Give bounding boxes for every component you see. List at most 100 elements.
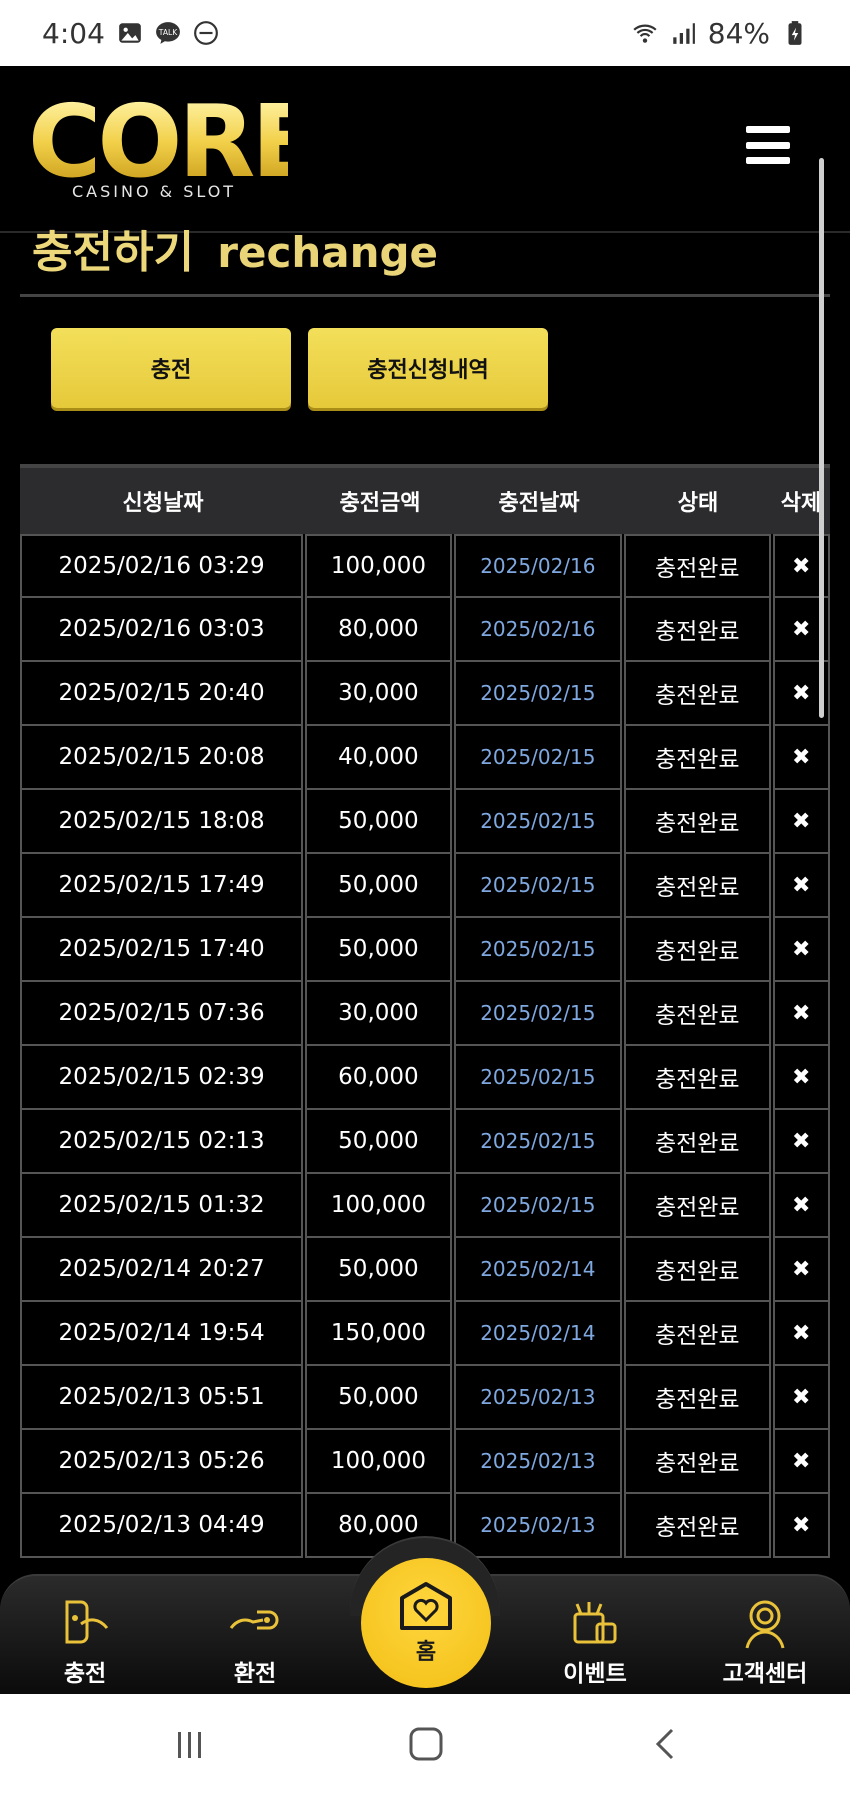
status-time: 4:04 bbox=[42, 16, 105, 50]
talk-icon: TALK bbox=[155, 22, 180, 44]
request-date-cell: 2025/02/14 19:54 bbox=[20, 1302, 304, 1366]
col-request-date: 신청날짜 bbox=[122, 491, 204, 516]
table-row: 2025/02/14 19:54 150,000 2025/02/14 충전완료 ✖ bbox=[20, 1302, 830, 1366]
status-cell: 충전완료 bbox=[624, 598, 771, 662]
col-amount: 충전금액 bbox=[339, 491, 421, 516]
back-icon[interactable] bbox=[646, 1724, 686, 1764]
table-row: 2025/02/14 20:27 50,000 2025/02/14 충전완료 ✖ bbox=[20, 1238, 830, 1302]
charge-history-button[interactable]: 충전신청내역 bbox=[308, 328, 548, 408]
dnd-icon bbox=[193, 21, 218, 45]
delete-x-icon[interactable]: ✖ bbox=[772, 982, 830, 1046]
page-title-ko: 충전하기 bbox=[32, 227, 194, 278]
amount-cell: 50,000 bbox=[305, 1366, 452, 1430]
amount-cell: 60,000 bbox=[305, 1046, 452, 1110]
amount-cell: 30,000 bbox=[305, 662, 452, 726]
status-cell: 충전완료 bbox=[624, 1366, 771, 1430]
amount-cell: 100,000 bbox=[305, 1174, 452, 1238]
title-divider bbox=[20, 294, 830, 297]
delete-x-icon[interactable]: ✖ bbox=[772, 1046, 830, 1110]
signal-icon bbox=[673, 23, 695, 44]
amount-cell: 80,000 bbox=[305, 598, 452, 662]
status-cell: 충전완료 bbox=[624, 1174, 771, 1238]
amount-cell: 100,000 bbox=[305, 534, 452, 598]
status-cell: 충전완료 bbox=[624, 1238, 771, 1302]
delete-x-icon[interactable]: ✖ bbox=[772, 854, 830, 918]
nav-event-label: 이벤트 bbox=[563, 1661, 627, 1687]
table-body: 2025/02/16 03:29 100,000 2025/02/16 충전완료 ✖ 20… bbox=[20, 534, 830, 1558]
nav-support-label: 고객센터 bbox=[722, 1661, 808, 1687]
system-nav-bar bbox=[0, 1694, 850, 1794]
hamburger-menu-icon[interactable] bbox=[746, 126, 790, 164]
recent-apps-icon[interactable] bbox=[170, 1724, 210, 1764]
page-title: 충전하기 rechange bbox=[32, 216, 438, 280]
charge-hand-icon bbox=[65, 1600, 109, 1644]
charge-date-cell: 2025/02/15 bbox=[453, 854, 622, 918]
delete-x-icon[interactable]: ✖ bbox=[772, 1302, 830, 1366]
wifi-icon bbox=[633, 24, 657, 43]
nav-home-label: 홈 bbox=[415, 1640, 437, 1665]
delete-x-icon[interactable]: ✖ bbox=[772, 918, 830, 982]
scrollbar[interactable] bbox=[819, 158, 824, 718]
charge-date-cell: 2025/02/15 bbox=[453, 1110, 622, 1174]
table-row: 2025/02/16 03:03 80,000 2025/02/16 충전완료 ✖ bbox=[20, 598, 830, 662]
delete-x-icon[interactable]: ✖ bbox=[772, 790, 830, 854]
status-cell: 충전완료 bbox=[624, 1046, 771, 1110]
home-system-icon[interactable] bbox=[406, 1724, 446, 1764]
charge-date-cell: 2025/02/14 bbox=[453, 1238, 622, 1302]
charge-date-cell: 2025/02/13 bbox=[453, 1366, 622, 1430]
amount-cell: 50,000 bbox=[305, 854, 452, 918]
charge-date-cell: 2025/02/15 bbox=[453, 982, 622, 1046]
charge-history-table: 신청날짜 충전금액 충전날짜 상태 삭제 2025/02/16 03:29 100… bbox=[20, 464, 830, 1558]
amount-cell: 40,000 bbox=[305, 726, 452, 790]
delete-x-icon[interactable]: ✖ bbox=[772, 1366, 830, 1430]
delete-x-icon[interactable]: ✖ bbox=[772, 1238, 830, 1302]
nav-charge[interactable]: 충전 bbox=[25, 1594, 145, 1688]
status-cell: 충전완료 bbox=[624, 790, 771, 854]
charge-date-cell: 2025/02/16 bbox=[453, 534, 622, 598]
table-row: 2025/02/16 03:29 100,000 2025/02/16 충전완료 ✖ bbox=[20, 534, 830, 598]
status-bar: 4:04 TALK 84% bbox=[0, 0, 850, 66]
table-row: 2025/02/15 01:32 100,000 2025/02/15 충전완료 ✖ bbox=[20, 1174, 830, 1238]
request-date-cell: 2025/02/15 17:49 bbox=[20, 854, 304, 918]
table-row: 2025/02/15 07:36 30,000 2025/02/15 충전완료 ✖ bbox=[20, 982, 830, 1046]
table-row: 2025/02/15 18:08 50,000 2025/02/15 충전완료 ✖ bbox=[20, 790, 830, 854]
delete-x-icon[interactable]: ✖ bbox=[772, 1494, 830, 1558]
support-agent-icon bbox=[745, 1600, 785, 1649]
amount-cell: 50,000 bbox=[305, 1238, 452, 1302]
delete-x-icon[interactable]: ✖ bbox=[772, 1174, 830, 1238]
table-header: 신청날짜 충전금액 충전날짜 상태 삭제 bbox=[20, 464, 830, 534]
table-row: 2025/02/13 05:51 50,000 2025/02/13 충전완료 ✖ bbox=[20, 1366, 830, 1430]
status-cell: 충전완료 bbox=[624, 662, 771, 726]
nav-event[interactable]: 이벤트 bbox=[535, 1594, 655, 1688]
request-date-cell: 2025/02/15 07:36 bbox=[20, 982, 304, 1046]
svg-text:TALK: TALK bbox=[158, 28, 178, 37]
nav-exchange[interactable]: 환전 bbox=[195, 1594, 315, 1688]
nav-home-button[interactable]: 홈 bbox=[361, 1558, 491, 1688]
charge-date-cell: 2025/02/15 bbox=[453, 662, 622, 726]
table-row: 2025/02/15 20:08 40,000 2025/02/15 충전완료 ✖ bbox=[20, 726, 830, 790]
amount-cell: 50,000 bbox=[305, 1110, 452, 1174]
table-row: 2025/02/15 17:49 50,000 2025/02/15 충전완료 ✖ bbox=[20, 854, 830, 918]
amount-cell: 50,000 bbox=[305, 918, 452, 982]
battery-icon bbox=[788, 21, 802, 45]
delete-x-icon[interactable]: ✖ bbox=[772, 726, 830, 790]
core-logo[interactable]: CORE CASINO & SLOT bbox=[28, 92, 320, 206]
request-date-cell: 2025/02/15 17:40 bbox=[20, 918, 304, 982]
nav-support[interactable]: 고객센터 bbox=[705, 1594, 825, 1688]
status-cell: 충전완료 bbox=[624, 726, 771, 790]
delete-x-icon[interactable]: ✖ bbox=[772, 1430, 830, 1494]
status-cell: 충전완료 bbox=[624, 1494, 771, 1558]
battery-percent: 84% bbox=[707, 16, 770, 50]
col-status: 상태 bbox=[677, 491, 719, 516]
table-row: 2025/02/15 17:40 50,000 2025/02/15 충전완료 ✖ bbox=[20, 918, 830, 982]
delete-x-icon[interactable]: ✖ bbox=[772, 1110, 830, 1174]
status-cell: 충전완료 bbox=[624, 1110, 771, 1174]
nav-charge-label: 충전 bbox=[63, 1661, 107, 1687]
charge-date-cell: 2025/02/15 bbox=[453, 726, 622, 790]
app-screen: CORE CASINO & SLOT 충전하기 rechange 충전 충전신청… bbox=[0, 66, 850, 1694]
request-date-cell: 2025/02/16 03:03 bbox=[20, 598, 304, 662]
amount-cell: 30,000 bbox=[305, 982, 452, 1046]
table-row: 2025/02/15 02:13 50,000 2025/02/15 충전완료 ✖ bbox=[20, 1110, 830, 1174]
charge-button[interactable]: 충전 bbox=[51, 328, 291, 408]
request-date-cell: 2025/02/15 18:08 bbox=[20, 790, 304, 854]
